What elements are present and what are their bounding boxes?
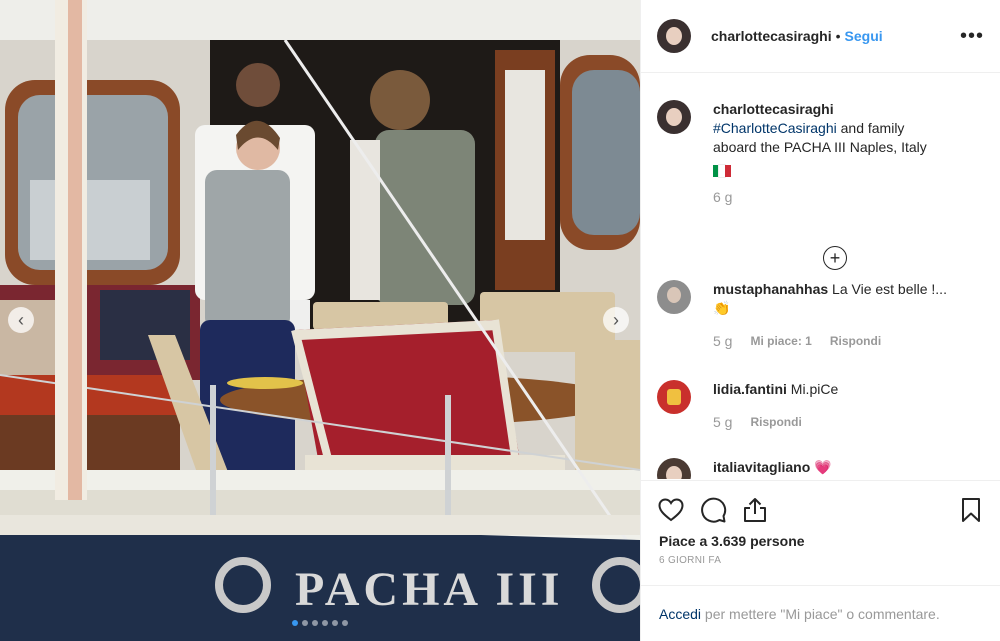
comment-time[interactable]: 5 g [713,413,732,432]
caption-username[interactable]: charlottecasiraghi [713,100,987,119]
comment-item: italiavitagliano 💗 [657,458,987,479]
post-time[interactable]: 6 GIORNI FA [641,549,1000,566]
post-actions: Piace a 3.639 persone 6 GIORNI FA [641,480,1000,566]
comment-icon[interactable] [699,496,727,524]
reply-button[interactable]: Rispondi [830,332,881,351]
avatar[interactable] [657,100,691,134]
carousel-dot [342,620,348,626]
caption-time[interactable]: 6 g [713,188,732,207]
heart-icon[interactable] [657,496,685,524]
comment-text: 💗 [814,459,832,475]
avatar[interactable] [657,280,691,314]
post-photo[interactable]: PACHA III ‹ › [0,0,640,641]
boat-scene [0,0,640,641]
carousel-indicator [292,620,348,626]
hashtag-link[interactable]: #CharlotteCasiraghi [713,120,837,136]
avatar[interactable] [657,458,691,479]
share-icon[interactable] [741,496,769,524]
carousel-dot [302,620,308,626]
comment-item: mustaphanahhas La Vie est belle !... 👏 5… [657,280,987,351]
carousel-dot [332,620,338,626]
post-header: charlottecasiraghi • Segui ••• [641,0,1000,73]
comment-item: lidia.fantini Mi.piCe 5 g Rispondi [657,380,987,432]
avatar[interactable] [657,380,691,414]
reply-button[interactable]: Rispondi [750,413,801,432]
comment-text: Mi.piCe [790,381,839,397]
comments-list[interactable]: charlottecasiraghi #CharlotteCasiraghi a… [641,74,1000,479]
carousel-dot [322,620,328,626]
author-username[interactable]: charlottecasiraghi [711,28,832,44]
follow-button[interactable]: Segui [845,28,883,44]
boat-name-label: PACHA III [295,563,564,616]
login-link[interactable]: Accedi [659,606,701,622]
likes-count[interactable]: Piace a 3.639 persone [641,527,1000,549]
separator-dot: • [835,28,841,44]
carousel-dot [312,620,318,626]
comment-username[interactable]: mustaphanahhas [713,281,828,297]
carousel-dot [292,620,298,626]
post-panel: charlottecasiraghi • Segui ••• charlotte… [640,0,1000,641]
bookmark-icon[interactable] [957,496,985,524]
login-prompt-text: per mettere "Mi piace" o commentare. [701,606,940,622]
comment-likes-link[interactable]: Mi piace: 1 [750,332,811,351]
italy-flag-icon [713,163,731,179]
comment-time[interactable]: 5 g [713,332,732,351]
comment-username[interactable]: italiavitagliano [713,459,810,475]
more-options-icon[interactable]: ••• [960,26,984,46]
next-photo-button[interactable]: › [603,307,629,333]
comment-text: La Vie est belle !... [832,281,947,297]
clap-emoji: 👏 [713,300,731,316]
load-more-comments-button[interactable]: + [823,246,847,270]
login-bar: Accedi per mettere "Mi piace" o commenta… [641,585,1000,641]
caption: charlottecasiraghi #CharlotteCasiraghi a… [657,100,987,270]
previous-photo-button[interactable]: ‹ [8,307,34,333]
caption-text: and family [836,120,905,136]
caption-text: aboard the PACHA III Naples, Italy [713,139,927,155]
avatar[interactable] [657,19,691,53]
comment-username[interactable]: lidia.fantini [713,381,787,397]
